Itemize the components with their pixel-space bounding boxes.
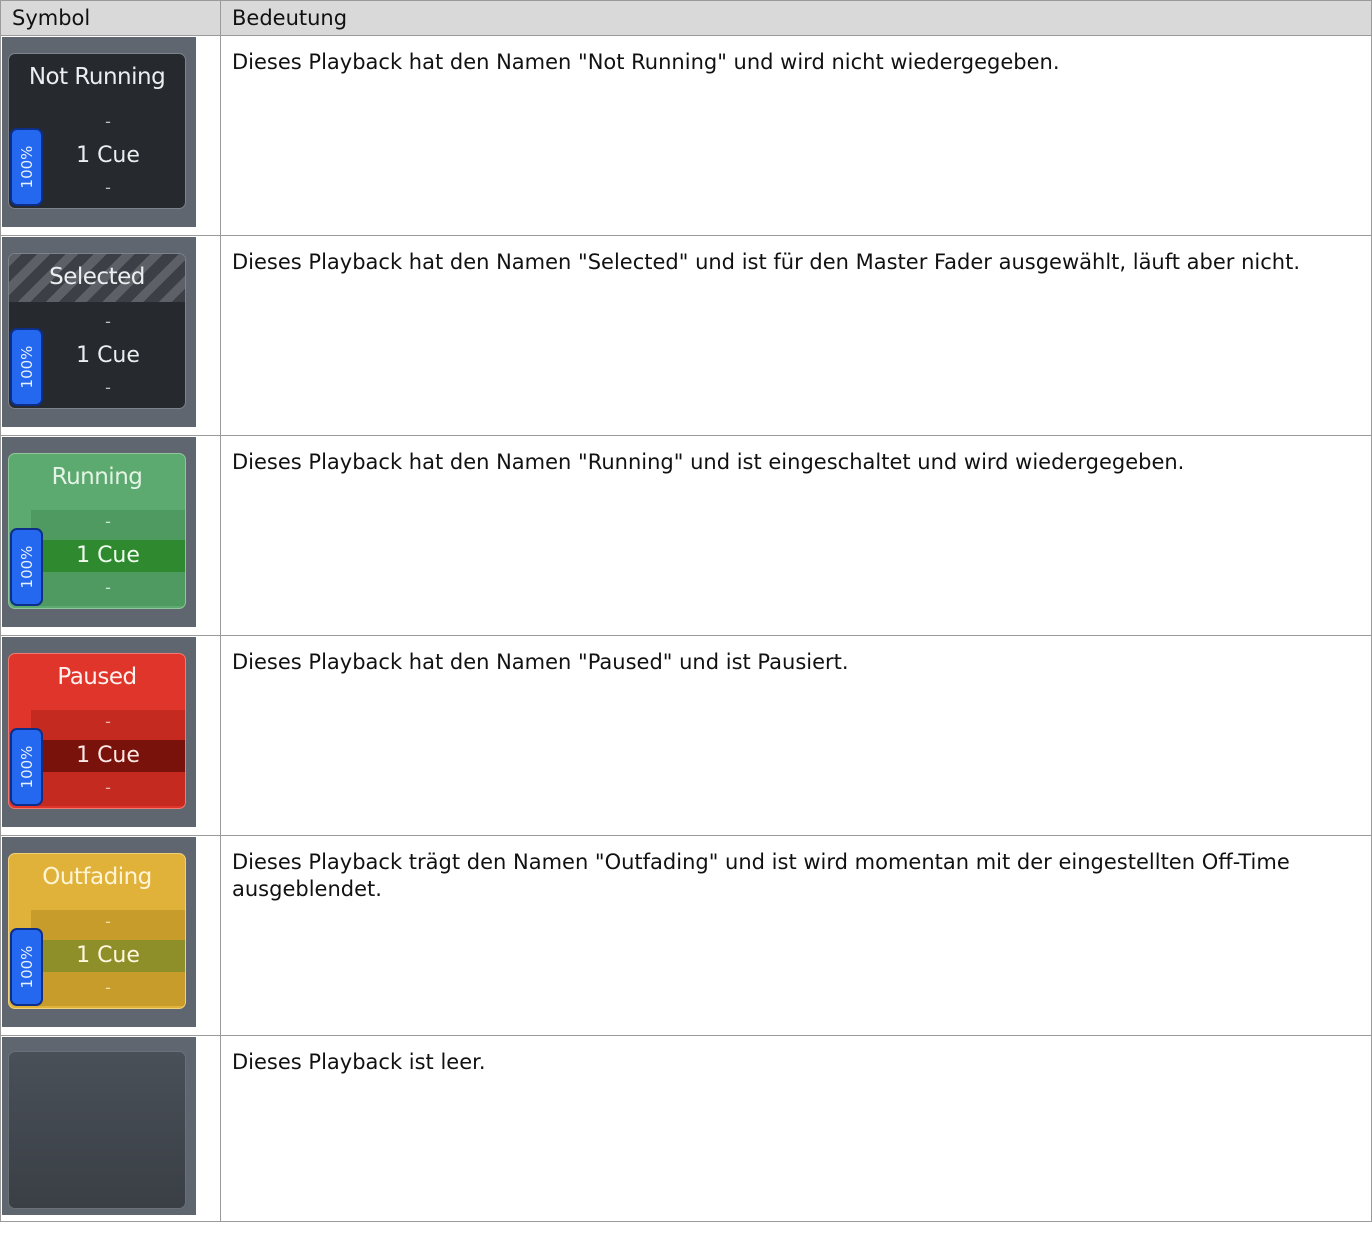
previous-cue: - <box>105 912 111 931</box>
playback-name: Not Running <box>28 64 166 90</box>
fader-level-badge: 100% <box>10 928 43 1006</box>
description-cell: Dieses Playback hat den Namen "Selected"… <box>220 235 1372 436</box>
playback-legend-table: Symbol Bedeutung Not Running - 1 Cue - 1… <box>0 0 1372 1222</box>
playback-name: Selected <box>49 264 145 290</box>
current-cue: 1 Cue <box>76 343 140 368</box>
previous-cue: - <box>105 712 111 731</box>
description-cell: Dieses Playback hat den Namen "Paused" u… <box>220 635 1372 836</box>
fader-level-badge: 100% <box>10 128 43 206</box>
next-cue: - <box>105 978 111 997</box>
playback-name: Paused <box>57 664 137 690</box>
symbol-cell: Not Running - 1 Cue - 100% <box>0 35 221 236</box>
next-cue: - <box>105 778 111 797</box>
description-cell: Dieses Playback trägt den Namen "Outfadi… <box>220 835 1372 1036</box>
playback-card: Selected - 1 Cue - 100% <box>8 253 186 409</box>
description-cell: Dieses Playback hat den Namen "Running" … <box>220 435 1372 636</box>
symbol-cell <box>0 1035 221 1222</box>
header-meaning: Bedeutung <box>220 0 1372 36</box>
current-cue: 1 Cue <box>76 943 140 968</box>
playback-card: Not Running - 1 Cue - 100% <box>8 53 186 209</box>
playback-tile-selected: Selected - 1 Cue - 100% <box>2 237 196 427</box>
playback-card <box>8 1051 186 1209</box>
symbol-cell: Selected - 1 Cue - 100% <box>0 235 221 436</box>
description-cell: Dieses Playback hat den Namen "Not Runni… <box>220 35 1372 236</box>
header-symbol: Symbol <box>0 0 221 36</box>
fader-level-badge: 100% <box>10 328 43 406</box>
fader-level-label: 100% <box>17 345 36 389</box>
playback-name: Outfading <box>42 864 152 890</box>
fader-level-label: 100% <box>17 945 36 989</box>
current-cue: 1 Cue <box>76 543 140 568</box>
table-row: Outfading - 1 Cue - 100% Dieses Playback… <box>0 835 1372 1036</box>
fader-level-badge: 100% <box>10 728 43 806</box>
playback-tile-not-running: Not Running - 1 Cue - 100% <box>2 37 196 227</box>
playback-name: Running <box>51 464 143 490</box>
table-row: Selected - 1 Cue - 100% Dieses Playback … <box>0 235 1372 436</box>
table-header-row: Symbol Bedeutung <box>0 0 1372 36</box>
fader-level-badge: 100% <box>10 528 43 606</box>
table-row: Running - 1 Cue - 100% Dieses Playback h… <box>0 435 1372 636</box>
previous-cue: - <box>105 512 111 531</box>
current-cue: 1 Cue <box>76 743 140 768</box>
previous-cue: - <box>105 112 111 131</box>
symbol-cell: Running - 1 Cue - 100% <box>0 435 221 636</box>
playback-card: Outfading - 1 Cue - 100% <box>8 853 186 1009</box>
table-row: Dieses Playback ist leer. <box>0 1035 1372 1222</box>
current-cue: 1 Cue <box>76 143 140 168</box>
playback-tile-outfading: Outfading - 1 Cue - 100% <box>2 837 196 1027</box>
playback-tile-empty <box>2 1037 196 1215</box>
symbol-cell: Outfading - 1 Cue - 100% <box>0 835 221 1036</box>
next-cue: - <box>105 378 111 397</box>
fader-level-label: 100% <box>17 745 36 789</box>
description-cell: Dieses Playback ist leer. <box>220 1035 1372 1222</box>
next-cue: - <box>105 178 111 197</box>
next-cue: - <box>105 578 111 597</box>
playback-tile-running: Running - 1 Cue - 100% <box>2 437 196 627</box>
fader-level-label: 100% <box>17 545 36 589</box>
table-row: Paused - 1 Cue - 100% Dieses Playback ha… <box>0 635 1372 836</box>
playback-card: Running - 1 Cue - 100% <box>8 453 186 609</box>
previous-cue: - <box>105 312 111 331</box>
fader-level-label: 100% <box>17 145 36 189</box>
table-row: Not Running - 1 Cue - 100% Dieses Playba… <box>0 35 1372 236</box>
playback-tile-paused: Paused - 1 Cue - 100% <box>2 637 196 827</box>
symbol-cell: Paused - 1 Cue - 100% <box>0 635 221 836</box>
playback-card: Paused - 1 Cue - 100% <box>8 653 186 809</box>
